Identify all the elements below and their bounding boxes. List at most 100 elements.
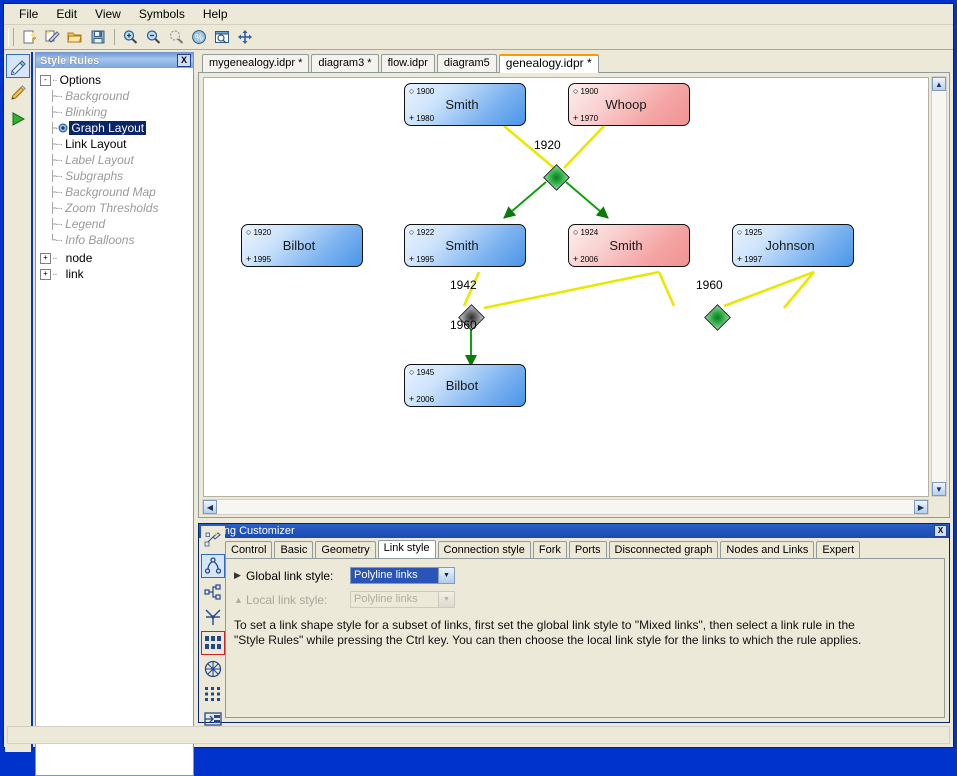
tab-flow[interactable]: flow.idpr	[381, 54, 435, 73]
tree-item-subgraphs[interactable]: ├··· Subgraphs	[40, 168, 191, 184]
tab-genealogy[interactable]: genealogy.idpr *	[499, 54, 599, 73]
new-document-icon[interactable]	[18, 27, 40, 48]
junction-sublabel: 1960	[450, 318, 477, 332]
scroll-down-icon[interactable]: ▼	[932, 482, 946, 496]
open-folder-icon[interactable]	[64, 27, 86, 48]
tree-item-link-layout[interactable]: ├··· Link Layout	[40, 136, 191, 152]
tree-item-zoom-thresholds[interactable]: ├··· Zoom Thresholds	[40, 200, 191, 216]
tree-item-node[interactable]: + ·· node	[40, 250, 191, 266]
node-birth: ○1900	[409, 86, 434, 96]
death-cross-icon: +	[409, 254, 414, 264]
tree-item-blinking[interactable]: ├··· Blinking	[40, 104, 191, 120]
diagram-links	[204, 78, 929, 478]
node-name: Johnson	[733, 238, 847, 253]
close-icon[interactable]: X	[934, 525, 947, 537]
scroll-right-icon[interactable]: ▶	[914, 500, 928, 514]
global-link-style-value: Polyline links	[351, 568, 438, 583]
grid-layout-icon[interactable]	[201, 631, 225, 655]
menu-item-help[interactable]: Help	[194, 5, 237, 23]
diagram-node[interactable]: ○1925 Johnson +1997	[732, 224, 854, 267]
tree-layout-icon[interactable]	[201, 554, 225, 578]
expander-icon[interactable]: +	[40, 269, 51, 280]
diagram-node[interactable]: ○1900 Smith +1980	[404, 83, 526, 126]
chevron-down-icon[interactable]: ▼	[438, 568, 454, 583]
styling-brush-icon[interactable]	[6, 54, 30, 78]
junction-label: 1920	[534, 138, 561, 152]
diagram-node[interactable]: ○1920 Bilbot +1995	[241, 224, 363, 267]
tab-disconnected-graph[interactable]: Disconnected graph	[609, 541, 719, 558]
menu-item-view[interactable]: View	[86, 5, 130, 23]
pan-move-icon[interactable]	[234, 27, 256, 48]
death-cross-icon: +	[573, 254, 578, 264]
tree-item-background[interactable]: ├··· Background	[40, 88, 191, 104]
tree-item-background-map[interactable]: ├··· Background Map	[40, 184, 191, 200]
tab-mygenealogy[interactable]: mygenealogy.idpr *	[202, 54, 309, 73]
toolbar-separator	[114, 29, 115, 45]
tree-item-legend[interactable]: ├··· Legend	[40, 216, 191, 232]
tab-expert[interactable]: Expert	[816, 541, 860, 558]
menu-item-file[interactable]: File	[10, 5, 47, 23]
collapse-arrow-icon: ▲	[234, 595, 246, 605]
node-birth: ○1925	[737, 227, 762, 237]
pencil-icon[interactable]	[7, 82, 29, 104]
magic-layout-icon[interactable]	[202, 529, 224, 551]
tree-connector: ··	[52, 253, 57, 264]
menu-item-symbols[interactable]: Symbols	[130, 5, 194, 23]
toolbar-grip[interactable]	[8, 28, 14, 46]
tab-diagram3[interactable]: diagram3 *	[311, 54, 378, 73]
hierarchical-layout-icon[interactable]	[202, 581, 224, 603]
chevron-down-icon: ▼	[438, 592, 454, 607]
node-name: Smith	[405, 97, 519, 112]
tree-item-label-layout[interactable]: ├··· Label Layout	[40, 152, 191, 168]
run-play-icon[interactable]	[7, 108, 29, 130]
close-icon[interactable]: X	[177, 54, 191, 67]
expander-icon[interactable]: -	[40, 75, 51, 86]
tab-ports[interactable]: Ports	[569, 541, 607, 558]
scroll-left-icon[interactable]: ◀	[203, 500, 217, 514]
tab-nodes-and-links[interactable]: Nodes and Links	[720, 541, 814, 558]
tab-connection-style[interactable]: Connection style	[438, 541, 531, 558]
zoom-out-icon[interactable]	[142, 27, 164, 48]
zoom-selection-icon[interactable]	[165, 27, 187, 48]
expander-icon[interactable]: +	[40, 253, 51, 264]
tab-basic[interactable]: Basic	[274, 541, 313, 558]
tree-connector: ··	[52, 269, 57, 280]
diagram-node[interactable]: ○1900 Whoop +1970	[568, 83, 690, 126]
link-layout-icon[interactable]	[202, 606, 224, 628]
tab-diagram5[interactable]: diagram5	[437, 54, 497, 73]
scroll-up-icon[interactable]: ▲	[932, 77, 946, 91]
canvas-horizontal-scrollbar[interactable]: ◀ ▶	[202, 499, 929, 515]
tab-fork[interactable]: Fork	[533, 541, 567, 558]
birth-circle-icon: ○	[246, 227, 251, 237]
workspace: Style Rules X - ·· Options ├··· Backgrou…	[4, 49, 953, 747]
style-rules-tree: - ·· Options ├··· Background ├··· Blinki…	[36, 68, 193, 282]
tree-item-options[interactable]: - ·· Options	[40, 72, 191, 88]
diagram-node[interactable]: ○1945 Bilbot +2006	[404, 364, 526, 407]
random-layout-icon[interactable]	[202, 683, 224, 705]
tree-item-label: link	[58, 267, 86, 281]
diagram-node[interactable]: ○1924 Smith +2006	[568, 224, 690, 267]
edit-wand-icon[interactable]	[41, 27, 63, 48]
expand-arrow-icon[interactable]: ▶	[234, 570, 246, 581]
diagram-canvas[interactable]: ○1900 Smith +1980 ○1900 Whoop +1970 ○192…	[203, 77, 929, 497]
tab-link-style[interactable]: Link style	[378, 540, 436, 558]
canvas-vertical-scrollbar[interactable]: ▲ ▼	[931, 76, 947, 497]
tree-connector: └···	[49, 235, 62, 246]
menu-item-edit[interactable]: Edit	[47, 5, 86, 23]
tree-item-graph-layout[interactable]: ├· Graph Layout	[40, 120, 191, 136]
tree-item-label: Legend	[63, 217, 107, 231]
tab-control[interactable]: Control	[225, 541, 272, 558]
circular-layout-icon[interactable]	[202, 658, 224, 680]
tree-item-info-balloons[interactable]: └··· Info Balloons	[40, 232, 191, 248]
global-link-style-select[interactable]: Polyline links ▼	[350, 567, 455, 584]
tree-item-link[interactable]: + ·· link	[40, 266, 191, 282]
diagram-node[interactable]: ○1922 Smith +1995	[404, 224, 526, 267]
tree-item-label: Blinking	[63, 105, 109, 119]
zoom-region-icon[interactable]	[211, 27, 233, 48]
save-disk-icon[interactable]	[87, 27, 109, 48]
zoom-percent-icon[interactable]: %	[188, 27, 210, 48]
tree-item-label: Label Layout	[63, 153, 136, 167]
tab-geometry[interactable]: Geometry	[315, 541, 375, 558]
zoom-in-icon[interactable]	[119, 27, 141, 48]
birth-circle-icon: ○	[409, 367, 414, 377]
